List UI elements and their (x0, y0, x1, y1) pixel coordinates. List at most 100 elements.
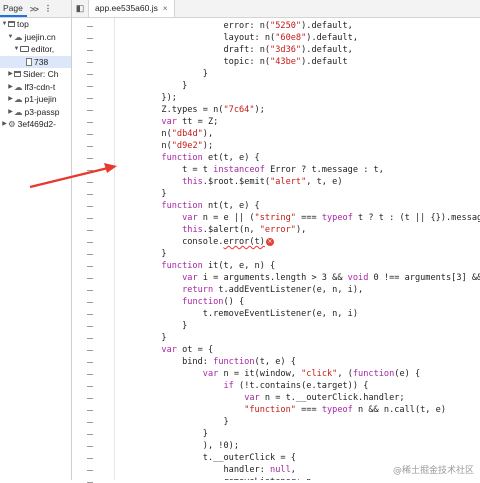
gutter-marker[interactable] (87, 374, 93, 375)
gutter-marker[interactable] (87, 194, 93, 195)
gutter-marker[interactable] (87, 422, 93, 423)
tree-item[interactable]: ▶ ⚙ 3ef469d2- (0, 118, 71, 131)
code-line[interactable]: n("db4d"), (120, 128, 213, 140)
collapse-icon[interactable]: ▶ (7, 106, 14, 119)
gutter-marker[interactable] (87, 146, 93, 147)
code-line[interactable]: ), !0); (120, 440, 239, 452)
code-line[interactable]: }); (120, 92, 177, 104)
tree-item[interactable]: ▶ Sider: Ch (0, 68, 71, 81)
gutter-marker[interactable] (87, 266, 93, 267)
gutter-marker[interactable] (87, 158, 93, 159)
tab-page[interactable]: Page (0, 1, 27, 17)
tree-item[interactable]: ▼ ☁ juejin.cn (0, 31, 71, 44)
file-tab[interactable]: app.ee535a60.js × (88, 0, 175, 17)
code-line[interactable]: t = t instanceof Error ? t.message : t, (120, 164, 384, 176)
code-line[interactable]: Z.types = n("7c64"); (120, 104, 265, 116)
gutter-marker[interactable] (87, 218, 93, 219)
gutter-marker[interactable] (87, 86, 93, 87)
gutter-marker[interactable] (87, 110, 93, 111)
collapse-icon[interactable]: ▶ (7, 81, 14, 94)
line-gutter[interactable] (72, 18, 115, 483)
code-line[interactable]: error: n("5250").default, (120, 20, 352, 32)
gutter-marker[interactable] (87, 50, 93, 51)
code-line[interactable]: this.$alert(n, "error"), (120, 224, 306, 236)
gutter-marker[interactable] (87, 458, 93, 459)
tree-item[interactable]: ▼ top (0, 18, 71, 31)
gutter-marker[interactable] (87, 254, 93, 255)
gutter-marker[interactable] (87, 350, 93, 351)
gutter-marker[interactable] (87, 38, 93, 39)
code-line[interactable]: var n = t.__outerClick.handler; (120, 392, 404, 404)
code-line[interactable]: } (120, 332, 166, 344)
code-line[interactable]: } (120, 68, 208, 80)
gutter-marker[interactable] (87, 290, 93, 291)
code-line[interactable]: draft: n("3d36").default, (120, 44, 352, 56)
code-line[interactable]: t.__outerClick = { (120, 452, 296, 464)
code-line[interactable]: this.$root.$emit("alert", t, e) (120, 176, 342, 188)
code-line[interactable]: } (120, 248, 166, 260)
collapse-icon[interactable]: ▶ (7, 93, 14, 106)
code-line[interactable]: function nt(t, e) { (120, 200, 259, 212)
code-line[interactable]: } (120, 416, 228, 428)
code-line[interactable]: function() { (120, 296, 244, 308)
gutter-marker[interactable] (87, 74, 93, 75)
gutter-marker[interactable] (87, 362, 93, 363)
error-badge-icon[interactable]: × (265, 237, 274, 246)
gutter-marker[interactable] (87, 338, 93, 339)
tree-item[interactable]: ▶ ☁ p1-juejin (0, 93, 71, 106)
tree-item[interactable]: ▶ ☁ lf3-cdn-t (0, 81, 71, 94)
code-line[interactable]: bind: function(t, e) { (120, 356, 296, 368)
gutter-marker[interactable] (87, 398, 93, 399)
code-line[interactable]: } (120, 320, 187, 332)
code-line[interactable]: layout: n("60e8").default, (120, 32, 358, 44)
expand-icon[interactable]: ▼ (7, 31, 14, 44)
code-line[interactable]: console.error(t) × (120, 236, 274, 248)
gutter-marker[interactable] (87, 302, 93, 303)
toggle-navigator-icon[interactable]: ◧ (72, 3, 88, 14)
code-line[interactable]: var n = it(window, "click", (function(e)… (120, 368, 420, 380)
code-line[interactable]: } (120, 188, 166, 200)
gutter-marker[interactable] (87, 170, 93, 171)
gutter-marker[interactable] (87, 470, 93, 471)
gutter-marker[interactable] (87, 326, 93, 327)
code-line[interactable]: function et(t, e) { (120, 152, 259, 164)
code-line[interactable]: } (120, 80, 187, 92)
tree-item[interactable]: ▶ ☁ p3-passp (0, 106, 71, 119)
gutter-marker[interactable] (87, 242, 93, 243)
close-icon[interactable]: × (163, 0, 168, 17)
expand-icon[interactable]: ▼ (13, 43, 20, 56)
gutter-marker[interactable] (87, 278, 93, 279)
gutter-marker[interactable] (87, 446, 93, 447)
code-line[interactable]: t.removeEventListener(e, n, i) (120, 308, 358, 320)
gutter-marker[interactable] (87, 62, 93, 63)
collapse-icon[interactable]: ▶ (7, 68, 14, 81)
gutter-marker[interactable] (87, 410, 93, 411)
code-line[interactable]: return t.addEventListener(e, n, i), (120, 284, 363, 296)
collapse-icon[interactable]: ▶ (1, 118, 8, 131)
gutter-marker[interactable] (87, 134, 93, 135)
gutter-marker[interactable] (87, 434, 93, 435)
more-tabs-icon[interactable]: >> (27, 4, 41, 14)
expand-icon[interactable]: ▼ (1, 18, 8, 31)
code-line[interactable]: function it(t, e, n) { (120, 260, 275, 272)
tree-item[interactable]: ▼ editor, (0, 43, 71, 56)
gutter-marker[interactable] (87, 98, 93, 99)
code-line[interactable]: var n = e || ("string" === typeof t ? t … (120, 212, 480, 224)
gutter-marker[interactable] (87, 182, 93, 183)
gutter-marker[interactable] (87, 314, 93, 315)
code-line[interactable]: } (120, 428, 208, 440)
gutter-marker[interactable] (87, 26, 93, 27)
gutter-marker[interactable] (87, 206, 93, 207)
code-content[interactable]: error: n("5250").default, layout: n("60e… (120, 18, 480, 480)
code-line[interactable]: n("d9e2"); (120, 140, 213, 152)
code-line[interactable]: "function" === typeof n && n.call(t, e) (120, 404, 446, 416)
gutter-marker[interactable] (87, 230, 93, 231)
code-line[interactable]: if (!t.contains(e.target)) { (120, 380, 368, 392)
tree-item[interactable]: 738 (0, 55, 71, 68)
code-line[interactable]: var i = arguments.length > 3 && void 0 !… (120, 272, 480, 284)
code-line[interactable]: handler: null, (120, 464, 295, 476)
gutter-marker[interactable] (87, 122, 93, 123)
code-line[interactable]: var ot = { (120, 344, 213, 356)
code-line[interactable]: removeListener: n (120, 476, 311, 480)
gutter-marker[interactable] (87, 386, 93, 387)
